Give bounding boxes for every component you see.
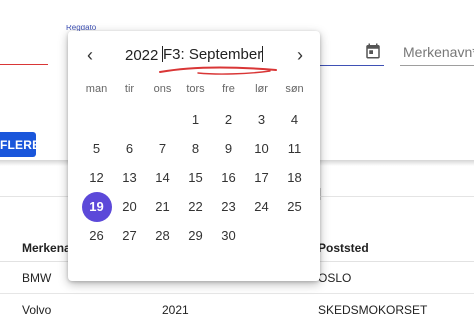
day-cell[interactable]: 25	[280, 192, 310, 222]
day-cell[interactable]: 3	[247, 105, 277, 135]
day-cell[interactable]: 29	[181, 221, 211, 251]
table-row[interactable]: Volvo 2021 SKEDSMOKORSET	[0, 294, 474, 325]
cell-place: OSLO	[318, 271, 352, 285]
day-cell[interactable]: 27	[115, 221, 145, 251]
more-button[interactable]: FLERE	[0, 132, 40, 157]
day-cell[interactable]: 16	[214, 163, 244, 193]
day-cell[interactable]: 22	[181, 192, 211, 222]
day-cell[interactable]: 2	[214, 105, 244, 135]
day-cell[interactable]: 7	[148, 134, 178, 164]
weekday-label: fre	[222, 83, 235, 95]
day-cell[interactable]: 23	[214, 192, 244, 222]
cell-brand: BMW	[22, 271, 52, 285]
weekday-label: ons	[153, 83, 172, 95]
picker-month-label: F3: September	[163, 46, 263, 63]
picker-month[interactable]: F3: September	[160, 45, 265, 64]
day-cell[interactable]: 14	[148, 163, 178, 193]
day-cell[interactable]: 8	[181, 134, 211, 164]
day-cell[interactable]: 21	[148, 192, 178, 222]
brand-field-underline	[400, 65, 474, 66]
cell-brand: Volvo	[22, 303, 52, 317]
day-cell[interactable]: 26	[82, 221, 112, 251]
weekday-label: man	[85, 83, 108, 95]
day-cell[interactable]: 1	[181, 105, 211, 135]
day-cell[interactable]: 18	[280, 163, 310, 193]
column-header-brand[interactable]: Merkena	[22, 241, 71, 255]
text-caret	[262, 46, 264, 62]
day-cell[interactable]: 28	[148, 221, 178, 251]
day-cell[interactable]: 9	[214, 134, 244, 164]
cell-place: SKEDSMOKORSET	[318, 303, 428, 317]
weekday-label: søn	[285, 83, 304, 95]
weekday-label: lør	[255, 83, 268, 95]
day-cell[interactable]: 4	[280, 105, 310, 135]
red-annotation-underline	[159, 66, 277, 75]
day-cell-selected[interactable]: 19	[81, 192, 112, 222]
chevron-left-icon[interactable]: ‹	[80, 45, 100, 65]
day-cell[interactable]: 30	[214, 221, 244, 251]
calendar-icon[interactable]	[364, 42, 382, 60]
weekday-label: tors	[186, 83, 205, 95]
column-header-place[interactable]: Poststed	[318, 241, 369, 255]
day-cell[interactable]: 11	[280, 134, 310, 164]
cell-year: 2021	[162, 303, 189, 317]
day-cell[interactable]: 20	[115, 192, 145, 222]
divider	[320, 188, 321, 200]
day-cell[interactable]: 17	[247, 163, 277, 193]
brand-name-input[interactable]: Merkenavn*	[403, 44, 474, 60]
day-cell[interactable]: 12	[82, 163, 112, 193]
date-picker-popup: ‹ 2022 F3: September › man tir ons tors fre l…	[68, 31, 320, 281]
error-field-underline	[0, 64, 48, 65]
chevron-right-icon[interactable]: ›	[290, 45, 310, 65]
day-cell[interactable]: 5	[82, 134, 112, 164]
picker-year[interactable]: 2022	[125, 47, 158, 64]
day-cell[interactable]: 13	[115, 163, 145, 193]
weekday-label: tir	[124, 83, 135, 95]
day-cell[interactable]: 15	[181, 163, 211, 193]
day-cell[interactable]: 10	[247, 134, 277, 164]
day-cell[interactable]: 24	[247, 192, 277, 222]
day-cell[interactable]: 6	[115, 134, 145, 164]
date-field-underline	[320, 65, 384, 66]
